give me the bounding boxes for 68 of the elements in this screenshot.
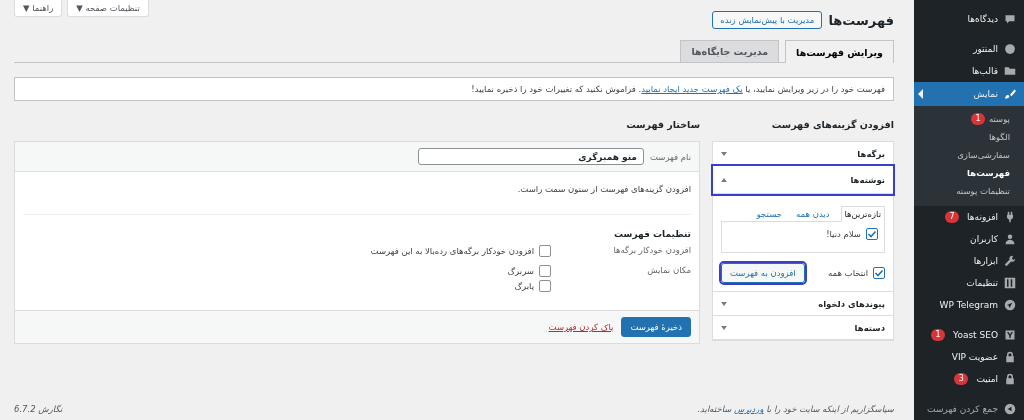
footer-text: سپاسگزاریم از اینکه سایت خود را با وردپرس ساخته‌اید. <box>697 404 894 414</box>
checkbox[interactable] <box>539 280 551 292</box>
sidebar-item[interactable]: WP Telegram <box>931 294 1024 316</box>
setting-label: افزودن خودکار برگه‌ها <box>612 245 691 255</box>
paper-plane-icon <box>1004 299 1016 311</box>
padlock-icon <box>1004 351 1016 363</box>
sidebar-item[interactable]: Yoast SEO <box>945 324 1024 346</box>
notice-text: فهرست خود را در زیر ویرایش نمایید، یا یک فهرست جدید ایجاد نمایید. فراموش نکنید که تغییرات خود را ذخیره نمایید! <box>14 77 894 101</box>
live-preview-button[interactable]: مدیریت با پیش‌نمایش زنده <box>712 11 823 29</box>
sidebar-item[interactable]: کاربران <box>962 228 1024 250</box>
sidebar-item[interactable]: عضویت VIP <box>943 346 1024 368</box>
y-logo-icon <box>1004 329 1016 341</box>
tab[interactable]: مدیریت جایگاه‌ها <box>680 40 780 62</box>
checkbox[interactable] <box>539 245 551 257</box>
version-text: نگارش 6.7.2 <box>14 404 63 414</box>
sidebar-item[interactable]: المنتور <box>965 38 1024 60</box>
delete-menu-link[interactable]: پاک کردن فهرست <box>548 322 614 332</box>
menu-name-field[interactable]: منو همبرگری <box>417 148 644 165</box>
tab[interactable]: تازه‌ترین‌ها <box>840 206 885 222</box>
accordion-header[interactable]: نوشته‌ها <box>713 166 893 194</box>
count-badge: 7 <box>945 211 960 223</box>
sidebar-item[interactable]: تنظیمات <box>958 272 1024 294</box>
speech-bubble-icon <box>1004 13 1016 25</box>
sidebar-item[interactable]: ابزارها <box>965 250 1024 272</box>
setting-label: مکان نمایش <box>646 265 691 275</box>
link[interactable]: وردپرس <box>734 404 764 414</box>
sidebar-item[interactable]: امنیت <box>968 368 1024 390</box>
plug-icon <box>1004 211 1016 223</box>
checkbox-label: پابرگ <box>514 281 534 291</box>
dropdown-button[interactable]: راهنما ▼ <box>14 0 63 17</box>
checkbox[interactable] <box>539 265 551 277</box>
add-to-menu-button[interactable]: افزودن به فهرست <box>721 263 805 283</box>
dropdown-button[interactable]: تنظیمات صفحه ▼ <box>67 0 149 17</box>
sidebar-item[interactable]: قالب‌ها <box>963 60 1024 82</box>
page-title: فهرست‌ها <box>828 12 894 28</box>
hint-text: افزودن گزینه‌های فهرست از ستون سمت راست. <box>516 184 691 194</box>
folder-icon <box>1004 65 1016 77</box>
count-badge: 3 <box>954 373 969 385</box>
checkbox-label: افزودن خودکار برگه‌های رده‌بالا به این فهرست <box>370 246 534 256</box>
circle-icon <box>1004 43 1016 55</box>
padlock-icon <box>1004 373 1016 385</box>
submenu-item[interactable]: تنظیمات پوسته <box>914 182 1024 200</box>
save-menu-button[interactable]: ذخیرهٔ فهرست <box>621 317 691 337</box>
field-label: نام فهرست <box>649 151 691 162</box>
submenu-item[interactable]: الگوها <box>914 128 1024 146</box>
wrench-icon <box>1004 255 1016 267</box>
checkbox-label: سلام دنیا! <box>826 229 861 239</box>
sidebar-item[interactable]: نمایش <box>914 82 1024 106</box>
count-badge: 1 <box>931 329 946 341</box>
section-heading: افزودن گزینه‌های فهرست <box>770 119 894 131</box>
tab[interactable]: ویرایش فهرست‌ها <box>785 40 894 63</box>
count-badge: 1 <box>971 113 985 125</box>
checkbox[interactable] <box>873 267 885 279</box>
person-icon <box>1004 233 1016 245</box>
sidebar-item[interactable]: دیدگاه‌ها <box>959 8 1024 30</box>
checkbox[interactable] <box>866 228 878 240</box>
checkbox-label: انتخاب همه <box>827 268 868 278</box>
tab[interactable]: دیدن همه <box>793 206 833 221</box>
submenu-item[interactable]: فهرست‌ها <box>914 164 1024 182</box>
sidebar-item[interactable]: افزونه‌ها <box>959 206 1024 228</box>
tab[interactable]: جستجو <box>753 206 785 221</box>
checkbox-label: سربرگ <box>507 266 534 276</box>
submenu-item[interactable]: سفارشی‌سازی <box>914 146 1024 164</box>
section-heading: ساختار فهرست <box>625 119 700 131</box>
brush-icon <box>1004 88 1016 100</box>
collapse-menu-button[interactable]: جمع کردن فهرست <box>914 398 1024 420</box>
link[interactable]: یک فهرست جدید ایجاد نمایید <box>641 84 743 94</box>
settings-heading: تنظیمات فهرست <box>613 229 691 239</box>
